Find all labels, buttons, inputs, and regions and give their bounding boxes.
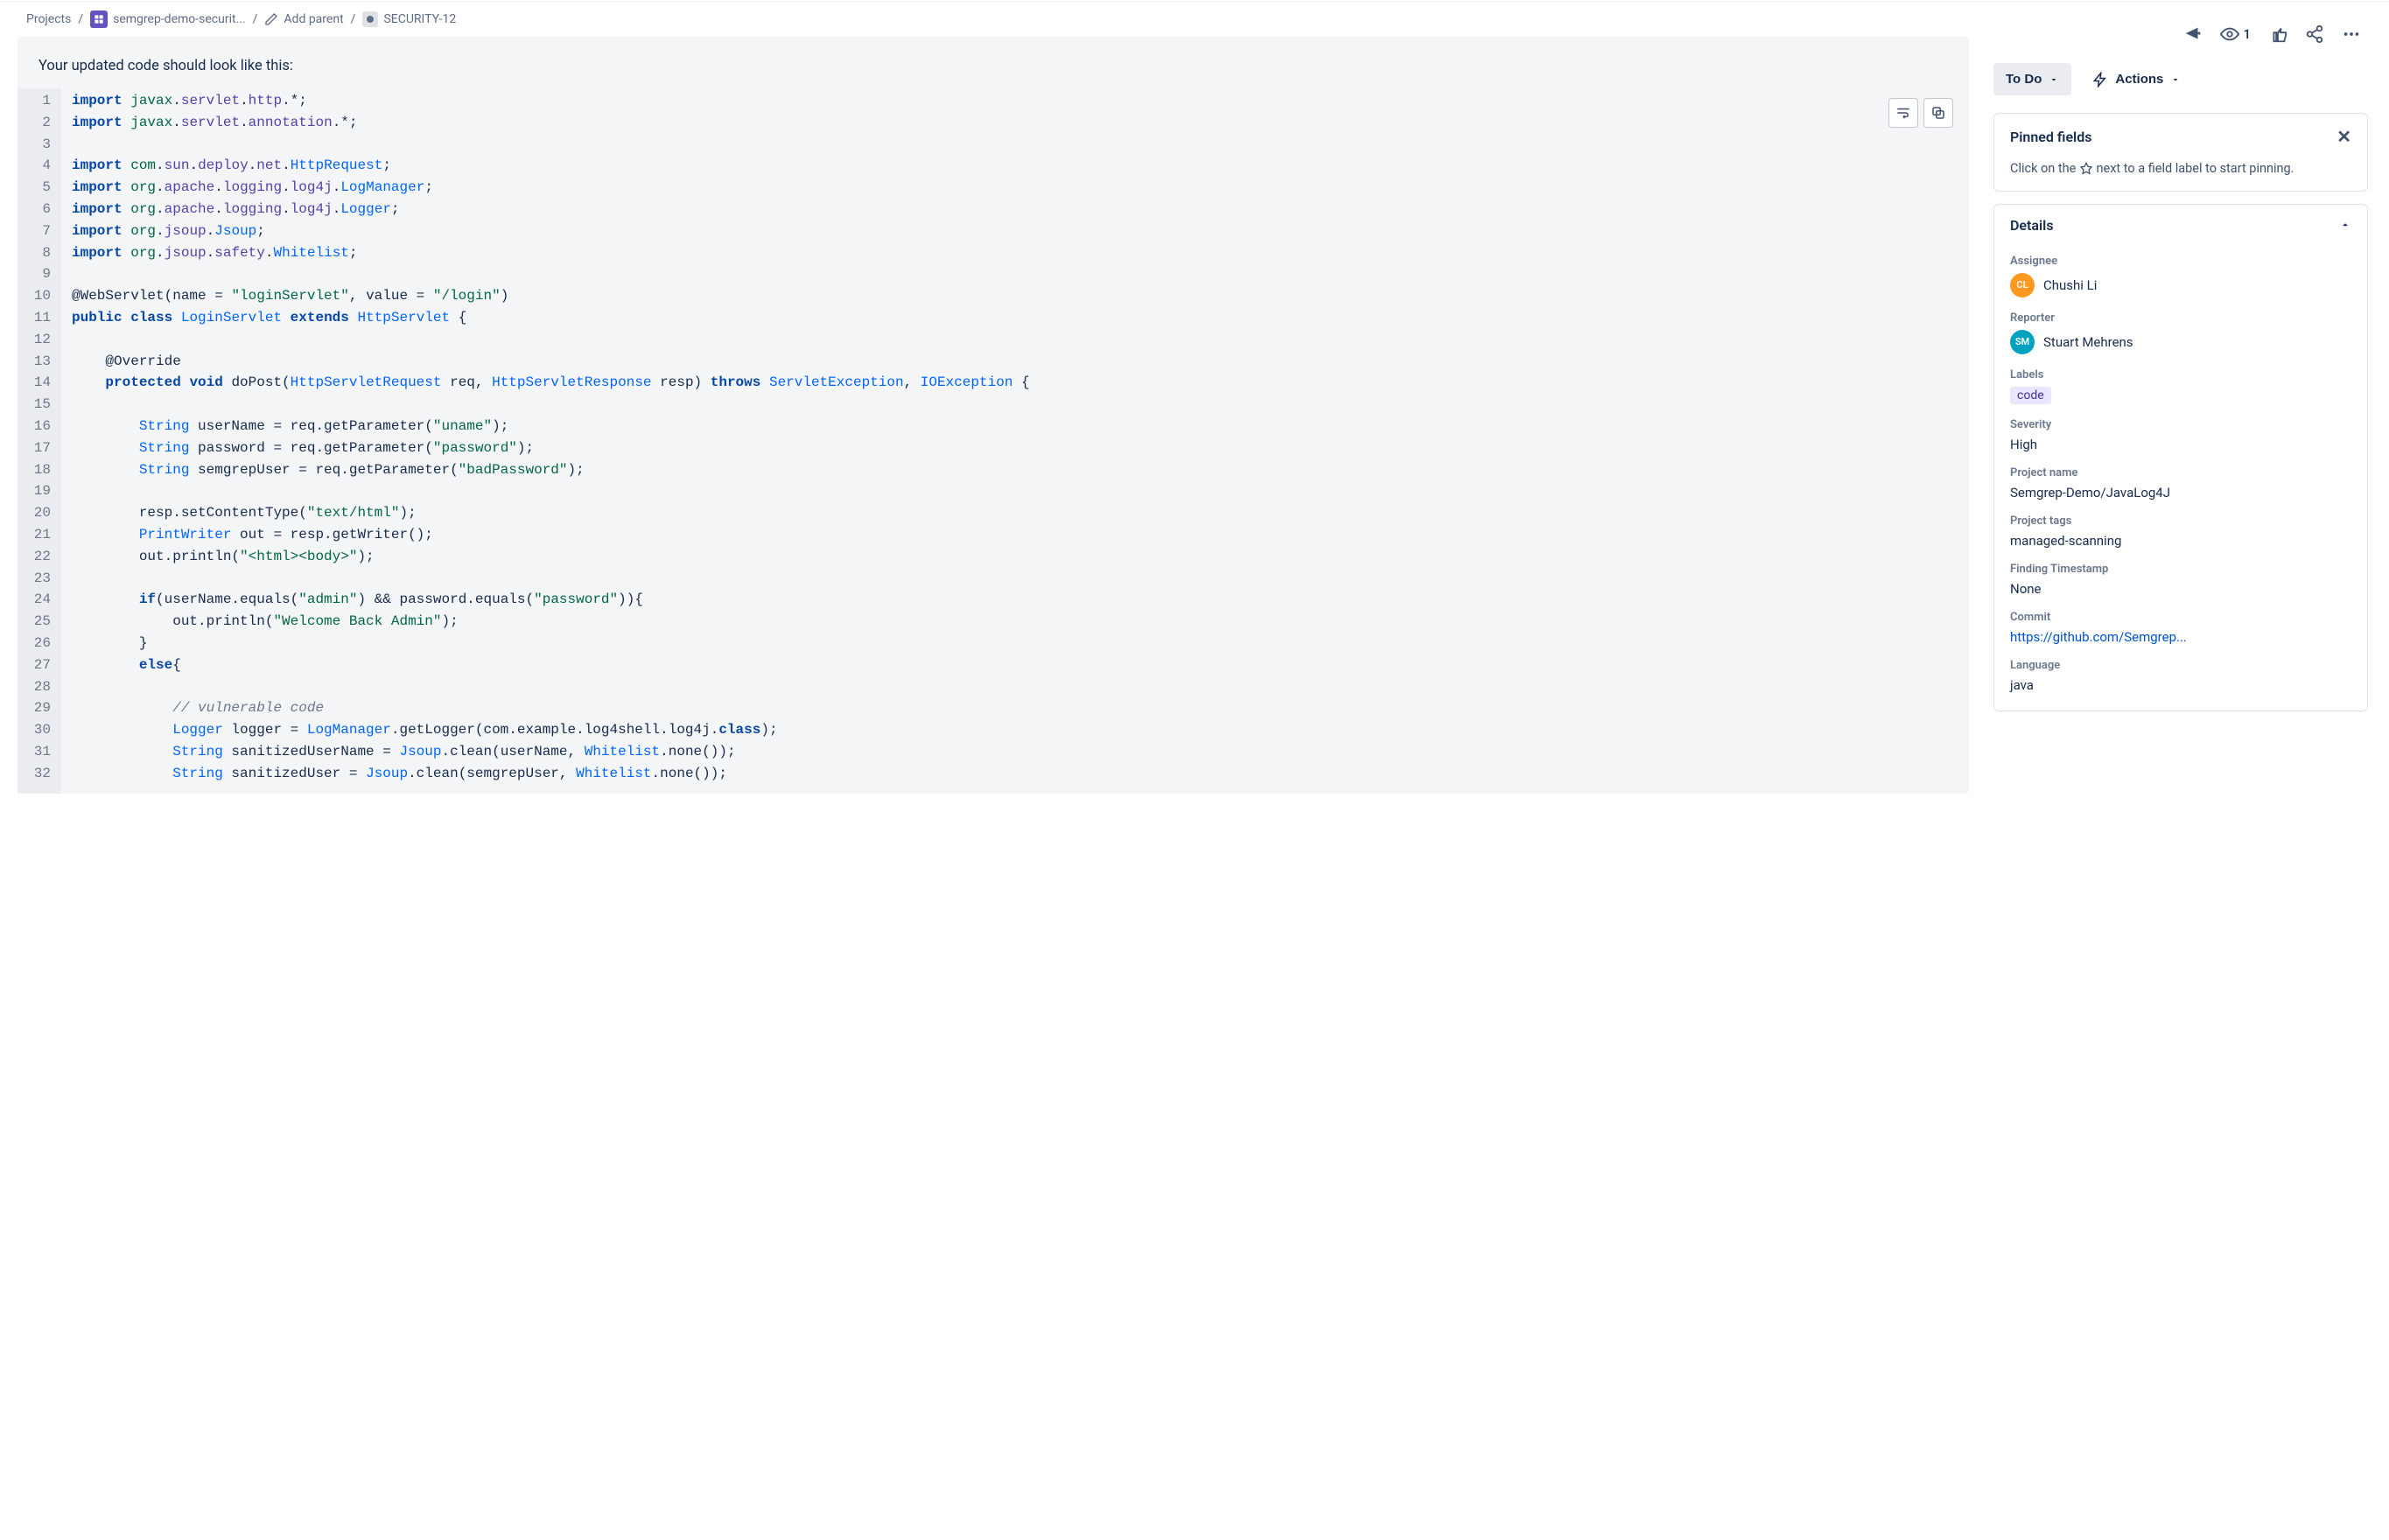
project-icon [90,10,108,28]
breadcrumb-issue-key[interactable]: SECURITY-12 [383,12,456,26]
breadcrumb-projects[interactable]: Projects [26,12,71,26]
watch-count: 1 [2243,26,2251,42]
breadcrumb: Projects / semgrep-demo-securit... / Add… [0,2,1986,37]
reporter-value[interactable]: SM Stuart Mehrens [2010,330,2351,354]
feedback-button[interactable] [2176,19,2210,49]
assignee-avatar: CL [2010,273,2035,298]
reporter-label: Reporter [2010,312,2351,330]
project-tags-value[interactable]: managed-scanning [2010,533,2351,549]
commit-label: Commit [2010,611,2351,629]
labels-value[interactable]: code [2010,387,2351,404]
severity-label: Severity [2010,418,2351,437]
actions-label: Actions [2115,72,2163,87]
wrap-lines-button[interactable] [1888,98,1918,128]
chevron-down-icon [2049,74,2059,85]
lightning-icon [2092,72,2108,88]
actions-dropdown[interactable]: Actions [2087,65,2186,94]
watch-button[interactable]: 1 [2213,19,2258,49]
pinned-fields-panel: Pinned fields ✕ Click on the next to a f… [1993,113,2368,192]
details-panel: Details Assignee CL Chushi Li Reporter S… [1993,204,2368,711]
share-button[interactable] [2298,19,2331,49]
copy-code-button[interactable] [1923,98,1953,128]
commit-value[interactable]: https://github.com/Semgrep... [2010,629,2351,645]
breadcrumb-project[interactable]: semgrep-demo-securit... [113,12,246,26]
pinned-fields-title: Pinned fields [2010,129,2091,145]
intro-text: Your updated code should look like this: [18,58,1969,88]
details-header[interactable]: Details [1994,205,2367,246]
labels-label: Labels [2010,368,2351,387]
language-label: Language [2010,659,2351,677]
finding-timestamp-value[interactable]: None [2010,581,2351,597]
severity-value[interactable]: High [2010,437,2351,452]
code-block: 1234567891011121314151617181920212223242… [18,88,1969,794]
project-name-label: Project name [2010,466,2351,485]
details-title: Details [2010,217,2054,234]
more-actions-button[interactable] [2335,19,2368,49]
project-name-value[interactable]: Semgrep-Demo/JavaLog4J [2010,485,2351,500]
breadcrumb-add-parent[interactable]: Add parent [284,12,343,26]
status-dropdown[interactable]: To Do [1993,63,2071,95]
status-label: To Do [2006,72,2042,87]
chevron-down-icon [2170,74,2181,85]
pencil-icon [264,12,278,26]
close-pinned-button[interactable]: ✕ [2336,126,2351,147]
issue-type-icon [362,11,378,27]
finding-timestamp-label: Finding Timestamp [2010,563,2351,581]
pinned-fields-body: Click on the next to a field label to st… [1994,159,2367,191]
pin-icon [2079,162,2093,176]
language-value[interactable]: java [2010,677,2351,693]
reporter-avatar: SM [2010,330,2035,354]
chevron-up-icon [2339,219,2351,231]
vote-button[interactable] [2261,19,2294,49]
assignee-value[interactable]: CL Chushi Li [2010,273,2351,298]
assignee-label: Assignee [2010,255,2351,273]
project-tags-label: Project tags [2010,514,2351,533]
